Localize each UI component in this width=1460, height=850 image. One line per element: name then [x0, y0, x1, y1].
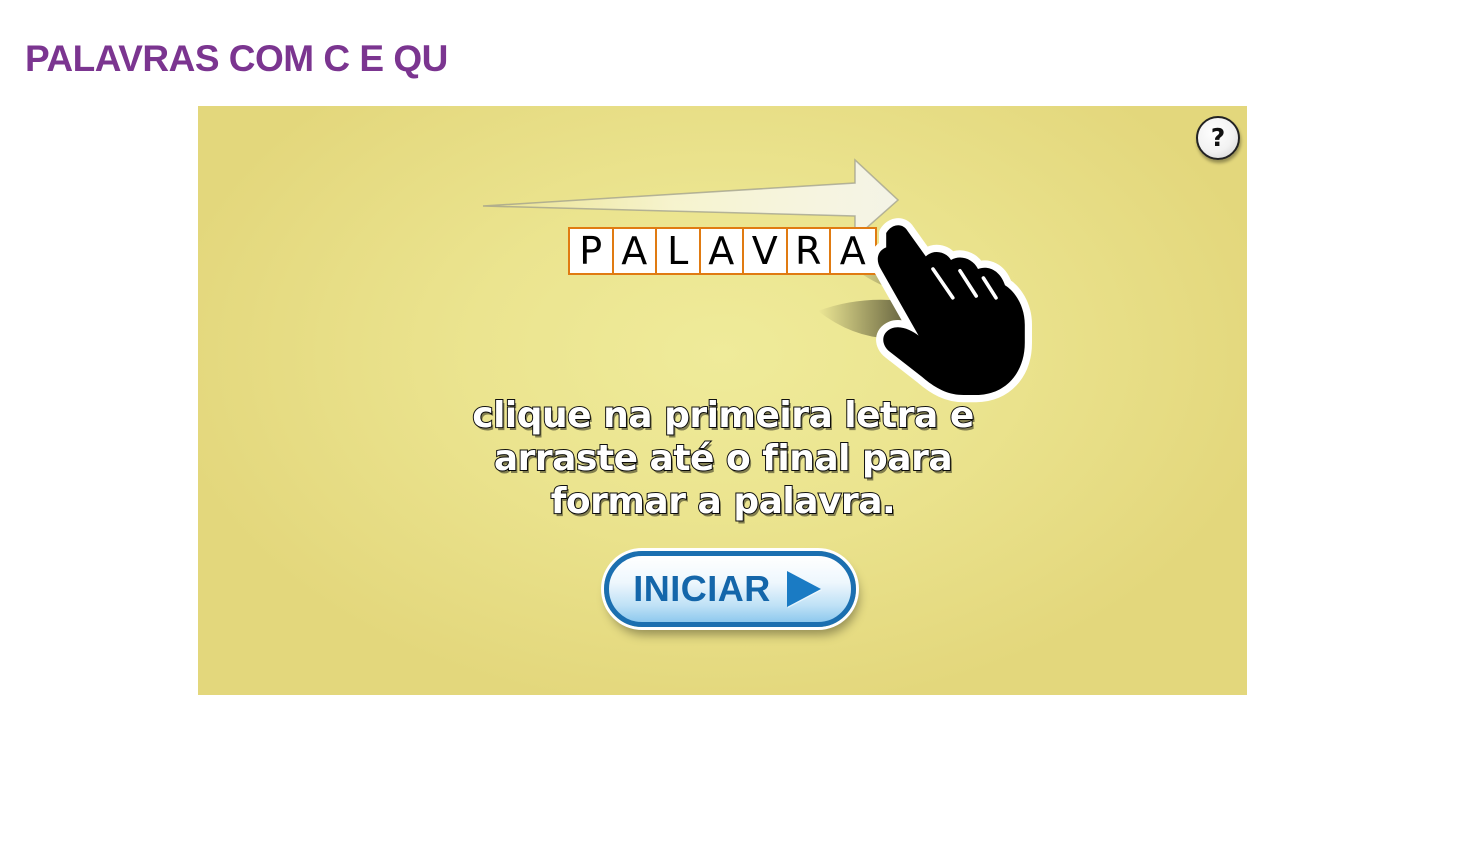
start-button-label: INICIAR	[633, 568, 771, 609]
start-button[interactable]: INICIAR	[604, 551, 856, 627]
instructions-text: clique na primeira letra e arraste até o…	[471, 394, 975, 523]
page-title: PALAVRAS COM C E QU	[25, 38, 448, 79]
play-triangle-icon	[786, 571, 821, 607]
game-canvas[interactable]: ? P A L A V R A clique na primeira letra…	[198, 106, 1247, 695]
